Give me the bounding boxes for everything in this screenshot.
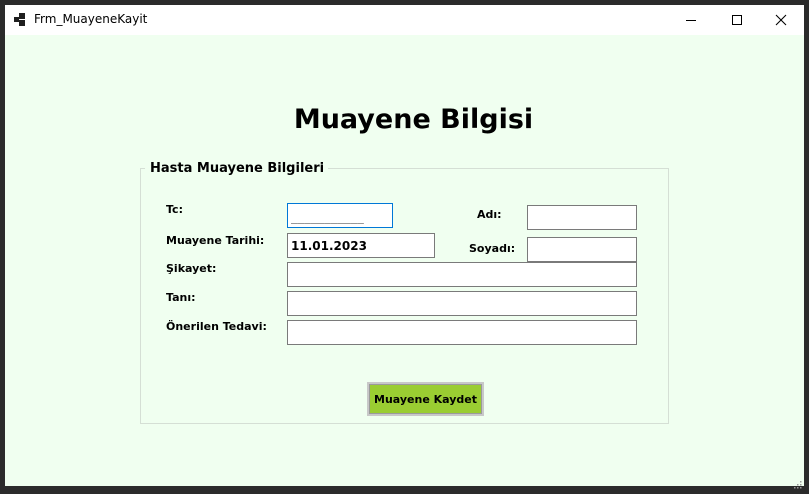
soyad-input[interactable] — [527, 237, 637, 262]
groupbox-title: Hasta Muayene Bilgileri — [145, 161, 329, 176]
tani-label: Tanı: — [166, 291, 196, 304]
maximize-icon — [731, 14, 743, 26]
page-title: Muayene Bilgisi — [293, 104, 534, 135]
minimize-icon — [685, 14, 697, 26]
onerilen-tedavi-input[interactable] — [287, 320, 637, 345]
resize-grip-icon[interactable] — [794, 476, 802, 489]
close-icon — [775, 14, 787, 26]
close-button[interactable] — [758, 5, 804, 35]
tani-input[interactable] — [287, 291, 637, 316]
onerilen-tedavi-label: Önerilen Tedavi: — [166, 320, 267, 333]
minimize-button[interactable] — [668, 5, 714, 35]
sikayet-input[interactable] — [287, 262, 637, 287]
app-form-icon — [14, 13, 27, 26]
title-bar[interactable]: Frm_MuayeneKayit — [5, 5, 804, 35]
tc-input[interactable]: ___________ — [287, 203, 393, 228]
muayene-tarihi-label: Muayene Tarihi: — [166, 234, 265, 247]
ad-label: Adı: — [477, 208, 502, 221]
window-title: Frm_MuayeneKayit — [34, 12, 148, 26]
save-exam-button[interactable]: Muayene Kaydet — [367, 382, 484, 416]
ad-input[interactable] — [527, 205, 637, 230]
sikayet-label: Şikayet: — [166, 262, 217, 275]
maximize-button[interactable] — [714, 5, 760, 35]
main-window: Frm_MuayeneKayit Muayene Bilgisi Hasta M… — [5, 5, 804, 489]
soyad-label: Soyadı: — [469, 242, 516, 255]
tc-label: Tc: — [166, 203, 183, 216]
muayene-tarihi-input[interactable]: 11.01.2023 — [287, 233, 435, 258]
